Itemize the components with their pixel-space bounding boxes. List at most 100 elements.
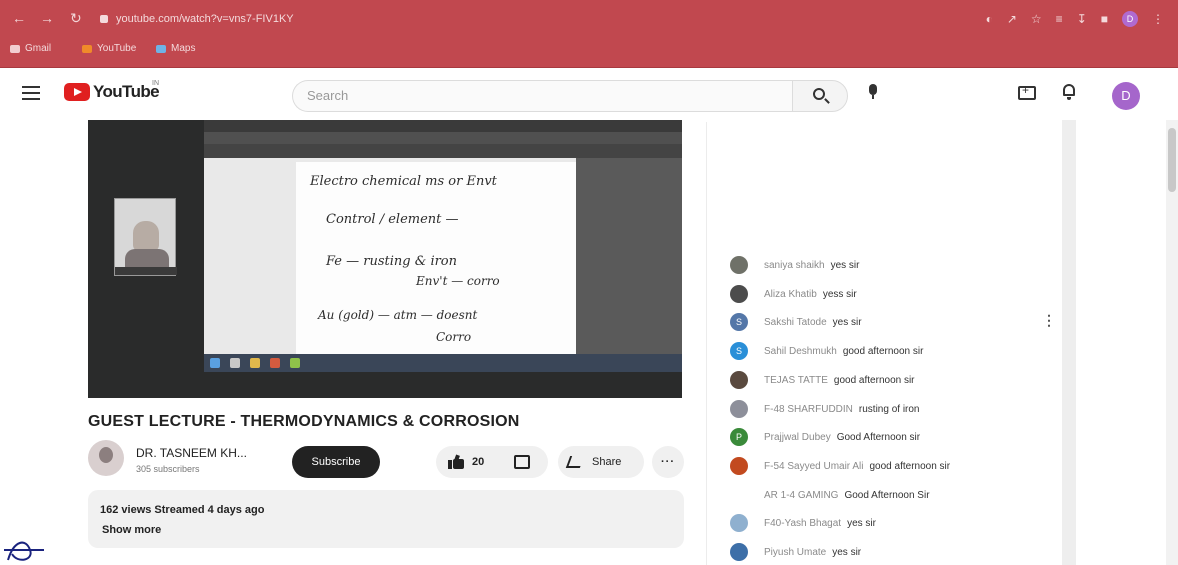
chat-message-text: yes sir bbox=[832, 546, 862, 558]
download-icon[interactable]: ↧ bbox=[1077, 12, 1087, 26]
chat-message[interactable]: P Prajjwal Dubey Good Afternoon sir bbox=[730, 427, 920, 447]
chat-message[interactable]: AR 1-4 GAMING Good Afternoon Sir bbox=[730, 485, 930, 505]
chat-author-avatar[interactable] bbox=[730, 543, 748, 561]
chat-scrollbar[interactable] bbox=[1062, 120, 1076, 565]
country-code: IN bbox=[152, 80, 159, 87]
chat-message-text: yess sir bbox=[822, 288, 857, 300]
slide-line: Fe — rusting & iron bbox=[326, 254, 458, 269]
browser-menu-icon[interactable]: ⋮ bbox=[1152, 12, 1164, 26]
chat-author-name[interactable]: F-54 Sayyed Umair Ali bbox=[764, 461, 863, 472]
chat-message-menu-icon[interactable]: ⋮ bbox=[1042, 312, 1056, 329]
chat-author-avatar[interactable] bbox=[730, 256, 748, 274]
whiteboard-page: Electro chemical ms or Envt Control / el… bbox=[296, 162, 576, 354]
youtube-logo[interactable]: YouTube IN bbox=[64, 80, 160, 102]
share-page-icon[interactable]: ↗ bbox=[1007, 12, 1017, 26]
bookmark-youtube[interactable]: YouTube bbox=[82, 43, 136, 54]
reload-icon[interactable]: ↻ bbox=[70, 10, 82, 27]
youtube-play-icon bbox=[64, 83, 90, 101]
search-input[interactable]: Search bbox=[292, 80, 792, 112]
google-lens-icon[interactable]: ◐ bbox=[986, 12, 993, 26]
taskbar-app-icon bbox=[250, 358, 260, 368]
chat-author-avatar[interactable] bbox=[730, 371, 748, 389]
create-video-icon[interactable] bbox=[1018, 83, 1036, 100]
chat-message[interactable]: Aliza Khatib yess sir bbox=[730, 284, 857, 304]
url-text: youtube.com/watch?v=vns7-FIV1KY bbox=[116, 13, 294, 25]
share-icon bbox=[565, 456, 585, 468]
maps-icon bbox=[156, 44, 166, 53]
chat-author-name[interactable]: Piyush Umate bbox=[764, 547, 826, 558]
pen-scribble-mark bbox=[4, 541, 44, 561]
chat-message-text: yes sir bbox=[847, 517, 876, 529]
more-actions-button[interactable]: ··· bbox=[652, 446, 684, 478]
chat-author-avatar[interactable] bbox=[730, 486, 748, 504]
shared-screen-toolbar bbox=[204, 144, 682, 158]
chat-message-text: Good Afternoon Sir bbox=[844, 489, 930, 501]
chat-author-avatar[interactable] bbox=[730, 285, 748, 303]
notifications-bell-icon[interactable] bbox=[1062, 84, 1076, 100]
chat-author-avatar[interactable]: S bbox=[730, 342, 748, 360]
browser-profile-avatar[interactable]: D bbox=[1122, 11, 1138, 27]
subscriber-count: 305 subscribers bbox=[136, 464, 200, 474]
youtube-header: YouTube IN Search D bbox=[0, 68, 1178, 120]
reading-list-icon[interactable]: ≡ bbox=[1056, 12, 1063, 26]
chat-message[interactable]: Piyush Umate yes sir bbox=[730, 542, 861, 562]
like-icon[interactable] bbox=[448, 454, 464, 469]
chat-author-name[interactable]: F40-Yash Bhagat bbox=[764, 518, 841, 529]
chat-message[interactable]: F-54 Sayyed Umair Ali good afternoon sir bbox=[730, 456, 950, 476]
chat-author-name[interactable]: Sakshi Tatode bbox=[764, 317, 827, 328]
chat-author-name[interactable]: saniya shaikh bbox=[764, 260, 825, 271]
subscribe-button[interactable]: Subscribe bbox=[292, 446, 380, 478]
chat-message[interactable]: F40-Yash Bhagat yes sir bbox=[730, 513, 876, 533]
gmail-icon bbox=[10, 44, 20, 53]
chat-author-avatar[interactable]: P bbox=[730, 428, 748, 446]
video-title: GUEST LECTURE - THERMODYNAMICS & CORROSI… bbox=[88, 413, 520, 430]
view-stats: 162 views Streamed 4 days ago bbox=[100, 504, 265, 516]
chat-author-name[interactable]: TEJAS TATTE bbox=[764, 375, 828, 386]
taskbar-app-icon bbox=[290, 358, 300, 368]
chat-author-name[interactable]: Aliza Khatib bbox=[764, 289, 817, 300]
chat-author-name[interactable]: F-48 SHARFUDDIN bbox=[764, 404, 853, 415]
slide-line: Corro bbox=[436, 330, 472, 344]
voice-search-icon[interactable] bbox=[868, 84, 878, 100]
chat-author-name[interactable]: AR 1-4 GAMING bbox=[764, 490, 838, 501]
description-box[interactable]: 162 views Streamed 4 days ago Show more bbox=[88, 490, 684, 548]
channel-avatar[interactable] bbox=[88, 440, 124, 476]
video-player[interactable]: Electro chemical ms or Envt Control / el… bbox=[88, 120, 682, 398]
chat-message-text: good afternoon sir bbox=[869, 460, 951, 472]
channel-name[interactable]: DR. TASNEEM KH... bbox=[136, 446, 247, 460]
chat-message[interactable]: S Sakshi Tatode yes sir bbox=[730, 312, 862, 332]
chat-message[interactable]: F-48 SHARFUDDIN rusting of iron bbox=[730, 399, 920, 419]
chat-message[interactable]: saniya shaikh yes sir bbox=[730, 255, 860, 275]
show-more-link[interactable]: Show more bbox=[102, 524, 161, 536]
dislike-icon[interactable] bbox=[514, 455, 530, 469]
share-button[interactable]: Share bbox=[558, 446, 644, 478]
bookmark-star-icon[interactable]: ☆ bbox=[1031, 12, 1042, 26]
chat-author-name[interactable]: Prajjwal Dubey bbox=[764, 432, 831, 443]
account-avatar[interactable]: D bbox=[1112, 82, 1140, 110]
hamburger-menu-icon[interactable] bbox=[22, 86, 40, 100]
like-count[interactable]: 20 bbox=[472, 446, 484, 478]
side-panel-icon[interactable]: ■ bbox=[1101, 12, 1108, 26]
chat-message[interactable]: S Sahil Deshmukh good afternoon sir bbox=[730, 341, 923, 361]
chat-author-name[interactable]: Sahil Deshmukh bbox=[764, 346, 837, 357]
chat-message-text: yes sir bbox=[832, 316, 862, 328]
bookmark-maps[interactable]: Maps bbox=[156, 43, 195, 54]
chat-author-avatar[interactable] bbox=[730, 400, 748, 418]
address-bar[interactable]: youtube.com/watch?v=vns7-FIV1KY bbox=[100, 8, 980, 30]
search-button[interactable] bbox=[792, 80, 848, 112]
presenter-webcam bbox=[114, 198, 177, 276]
chat-author-avatar[interactable] bbox=[730, 514, 748, 532]
back-icon[interactable]: ← bbox=[12, 10, 26, 26]
windows-start-icon bbox=[210, 358, 220, 368]
shared-screen-tabs bbox=[204, 132, 682, 144]
search-icon bbox=[813, 88, 825, 100]
taskbar-app-icon bbox=[230, 358, 240, 368]
chat-author-avatar[interactable] bbox=[730, 457, 748, 475]
lock-icon bbox=[100, 15, 108, 24]
chat-message[interactable]: TEJAS TATTE good afternoon sir bbox=[730, 370, 915, 390]
forward-icon[interactable]: → bbox=[40, 10, 54, 26]
chat-author-avatar[interactable]: S bbox=[730, 313, 748, 331]
page-scrollbar-thumb[interactable] bbox=[1168, 128, 1176, 192]
bookmark-gmail[interactable]: Gmail bbox=[10, 43, 51, 54]
slide-line: Env't — corro bbox=[416, 274, 500, 288]
